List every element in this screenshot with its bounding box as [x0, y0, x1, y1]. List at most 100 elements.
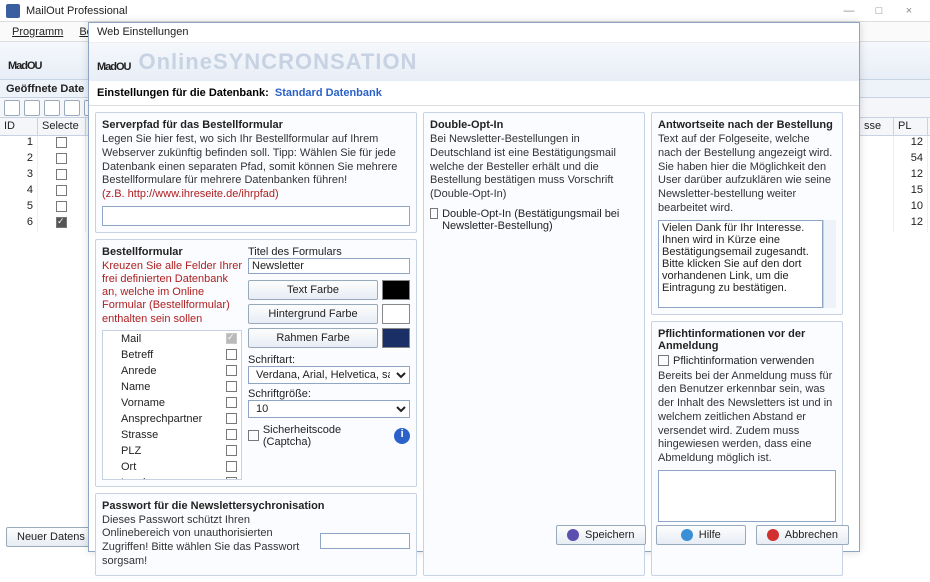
text-color-swatch: [382, 280, 410, 300]
close-button[interactable]: ×: [894, 5, 924, 17]
app-icon: [6, 4, 20, 18]
field-row[interactable]: PLZ: [103, 443, 241, 459]
field-checkbox[interactable]: [226, 381, 237, 392]
table-row[interactable]: 5: [0, 200, 88, 216]
field-checkbox[interactable]: [226, 333, 237, 344]
table-row[interactable]: 4: [0, 184, 88, 200]
border-color-swatch: [382, 328, 410, 348]
form-title-label: Titel des Formulars: [248, 246, 410, 258]
save-button[interactable]: Speichern: [556, 525, 646, 545]
form-title-input[interactable]: [248, 258, 410, 274]
help-button[interactable]: Hilfe: [656, 525, 746, 545]
save-icon: [567, 529, 579, 541]
field-list[interactable]: MailBetreffAnredeNameVornameAnsprechpart…: [102, 330, 242, 480]
size-label: Schriftgröße:: [248, 388, 410, 400]
answer-textarea[interactable]: Vielen Dank für Ihr Interesse. Ihnen wir…: [658, 220, 823, 308]
pflicht-checkbox[interactable]: [658, 355, 669, 366]
password-label: Passwort für die Newslettersychronisatio…: [102, 500, 410, 512]
col-sel[interactable]: Selecte: [38, 118, 86, 135]
border-color-button[interactable]: Rahmen Farbe: [248, 328, 378, 348]
table-row[interactable]: 6: [0, 216, 88, 232]
grid-left: ID Selecte 123456: [0, 118, 88, 232]
field-checkbox[interactable]: [226, 445, 237, 456]
field-row[interactable]: Name: [103, 379, 241, 395]
toolbar-btn-1[interactable]: [4, 100, 20, 116]
table-row[interactable]: 2: [0, 152, 88, 168]
cancel-button[interactable]: Abbrechen: [756, 525, 849, 545]
field-row[interactable]: Strasse: [103, 427, 241, 443]
field-row[interactable]: Ansprechpartner: [103, 411, 241, 427]
size-select[interactable]: 10: [248, 400, 410, 418]
answer-scrollbar[interactable]: [823, 220, 836, 308]
password-input[interactable]: [320, 533, 410, 549]
field-checkbox[interactable]: [226, 365, 237, 376]
text-color-button[interactable]: Text Farbe: [248, 280, 378, 300]
serverpath-input[interactable]: [102, 206, 410, 226]
table-row[interactable]: 54: [860, 152, 930, 168]
dialog-heading: Einstellungen für die Datenbank: Standar…: [89, 81, 859, 106]
col-pl[interactable]: PL: [894, 118, 928, 135]
field-checkbox[interactable]: [226, 429, 237, 440]
grid-right: sse PL 125412151012: [860, 118, 930, 232]
doi-hint: Bei Newsletter-Bestellungen in Deutschla…: [430, 133, 638, 202]
row-checkbox[interactable]: [56, 185, 67, 196]
app-title: MailOut Professional: [26, 5, 128, 17]
form-label: Bestellformular: [102, 246, 242, 258]
serverpath-hint: Legen Sie hier fest, wo sich Ihr Bestell…: [102, 133, 410, 188]
form-hint: Kreuzen Sie alle Felder Ihrer frei defin…: [102, 260, 242, 326]
dialog-title: Web Einstellungen: [89, 23, 859, 43]
answer-hint: Text auf der Folgeseite, welche nach der…: [658, 133, 836, 216]
dialog-brand: MadOU OnlineSYNCRONSATION: [89, 43, 859, 81]
toolbar-btn-4[interactable]: [64, 100, 80, 116]
field-checkbox[interactable]: [226, 397, 237, 408]
toolbar-btn-3[interactable]: [44, 100, 60, 116]
table-row[interactable]: 12: [860, 136, 930, 152]
row-checkbox[interactable]: [56, 201, 67, 212]
field-row[interactable]: Betreff: [103, 347, 241, 363]
new-record-button[interactable]: Neuer Datens: [6, 527, 96, 547]
table-row[interactable]: 10: [860, 200, 930, 216]
font-label: Schriftart:: [248, 354, 410, 366]
table-row[interactable]: 1: [0, 136, 88, 152]
dialog-footer: Speichern Hilfe Abbrechen: [556, 525, 849, 545]
answer-panel: Antwortseite nach der Bestellung Text au…: [651, 112, 843, 315]
maximize-button[interactable]: □: [864, 5, 894, 17]
field-row[interactable]: Ort: [103, 459, 241, 475]
doi-checkbox[interactable]: [430, 208, 438, 219]
table-row[interactable]: 3: [0, 168, 88, 184]
field-checkbox[interactable]: [226, 477, 237, 480]
row-checkbox[interactable]: [56, 217, 67, 228]
field-row[interactable]: Mail: [103, 331, 241, 347]
captcha-checkbox[interactable]: [248, 430, 259, 441]
table-row[interactable]: 12: [860, 216, 930, 232]
toolbar-btn-2[interactable]: [24, 100, 40, 116]
row-checkbox[interactable]: [56, 169, 67, 180]
table-row[interactable]: 12: [860, 168, 930, 184]
row-checkbox[interactable]: [56, 153, 67, 164]
bg-color-swatch: [382, 304, 410, 324]
pflicht-hint: Bereits bei der Anmeldung muss für den B…: [658, 370, 836, 466]
info-icon[interactable]: i: [394, 428, 410, 444]
row-checkbox[interactable]: [56, 137, 67, 148]
main-titlebar: MailOut Professional — □ ×: [0, 0, 930, 22]
field-row[interactable]: Land: [103, 475, 241, 480]
col-id[interactable]: ID: [0, 118, 38, 135]
cancel-icon: [767, 529, 779, 541]
pflicht-textarea[interactable]: [658, 470, 836, 522]
field-row[interactable]: Vorname: [103, 395, 241, 411]
doi-check-label: Double-Opt-In (Bestätigungsmail bei News…: [442, 208, 638, 232]
field-row[interactable]: Anrede: [103, 363, 241, 379]
bg-color-button[interactable]: Hintergrund Farbe: [248, 304, 378, 324]
captcha-label: Sicherheitscode (Captcha): [263, 424, 390, 448]
menu-programm[interactable]: Programm: [4, 24, 71, 40]
password-panel: Passwort für die Newslettersychronisatio…: [95, 493, 417, 576]
col-sse[interactable]: sse: [860, 118, 894, 135]
font-select[interactable]: Verdana, Arial, Helvetica, sans-serif: [248, 366, 410, 384]
field-checkbox[interactable]: [226, 461, 237, 472]
table-row[interactable]: 15: [860, 184, 930, 200]
brand-sync-text: OnlineSYNCRONSATION: [139, 49, 418, 75]
serverpath-panel: Serverpfad für das Bestellformular Legen…: [95, 112, 417, 233]
field-checkbox[interactable]: [226, 413, 237, 424]
field-checkbox[interactable]: [226, 349, 237, 360]
minimize-button[interactable]: —: [834, 5, 864, 17]
